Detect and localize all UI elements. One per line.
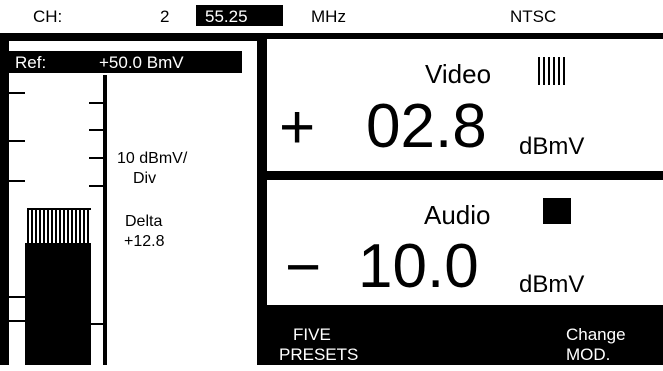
vertical-bars-icon <box>538 57 568 85</box>
bar-graph-panel: Ref: +50.0 BmV 10 dBmV/ Div Delta +12.8 <box>0 33 263 371</box>
graph-tick <box>9 296 25 298</box>
header-bar: CH: 2 55.25 MHz NTSC <box>0 0 663 30</box>
frequency-unit: MHz <box>311 7 346 26</box>
scale-line1: 10 dBmV/ <box>117 150 188 167</box>
graph-tick <box>9 140 25 142</box>
graph-tick <box>9 320 25 322</box>
scale-line2: Div <box>133 170 157 187</box>
video-title: Video <box>425 59 492 89</box>
change-mod-line1: Change <box>566 325 626 344</box>
frequency-value-box[interactable]: 55.25 <box>196 5 283 26</box>
five-presets-line1: FIVE <box>293 325 331 344</box>
delta-value: +12.8 <box>124 233 165 250</box>
audio-panel: Audio − 10.0 dBmV <box>267 180 663 305</box>
graph-tick <box>89 323 105 325</box>
change-mod-line2: MOD. <box>566 345 611 364</box>
solid-square-icon <box>543 198 571 224</box>
graph-frame-separator <box>103 75 107 365</box>
audio-unit: dBmV <box>519 271 585 298</box>
delta-hatch <box>27 208 91 246</box>
video-unit: dBmV <box>519 133 585 160</box>
level-bar <box>25 243 91 365</box>
ref-label: Ref: <box>15 53 47 72</box>
graph-tick <box>89 102 105 104</box>
channel-label: CH: <box>33 7 63 26</box>
standard-label: NTSC <box>510 7 557 26</box>
audio-value: 10.0 <box>358 232 479 301</box>
graph-tick <box>9 180 25 182</box>
audio-title: Audio <box>424 200 491 230</box>
delta-label: Delta <box>125 213 163 230</box>
graph-tick <box>89 129 105 131</box>
audio-sign: − <box>285 233 322 302</box>
video-sign: + <box>279 93 316 162</box>
video-value: 02.8 <box>366 92 487 161</box>
ref-value: +50.0 BmV <box>99 53 184 72</box>
frequency-value: 55.25 <box>205 7 248 26</box>
five-presets-button[interactable]: FIVE PRESETS <box>267 313 380 365</box>
graph-tick <box>89 185 105 187</box>
video-panel: Video + 02.8 dBmV <box>267 39 663 171</box>
change-mod-button[interactable]: Change MOD. <box>546 313 663 365</box>
graph-tick <box>9 92 25 94</box>
channel-value: 2 <box>160 7 170 26</box>
five-presets-line2: PRESETS <box>279 345 359 364</box>
ref-box[interactable]: Ref: +50.0 BmV <box>9 51 242 73</box>
graph-tick <box>89 157 105 159</box>
